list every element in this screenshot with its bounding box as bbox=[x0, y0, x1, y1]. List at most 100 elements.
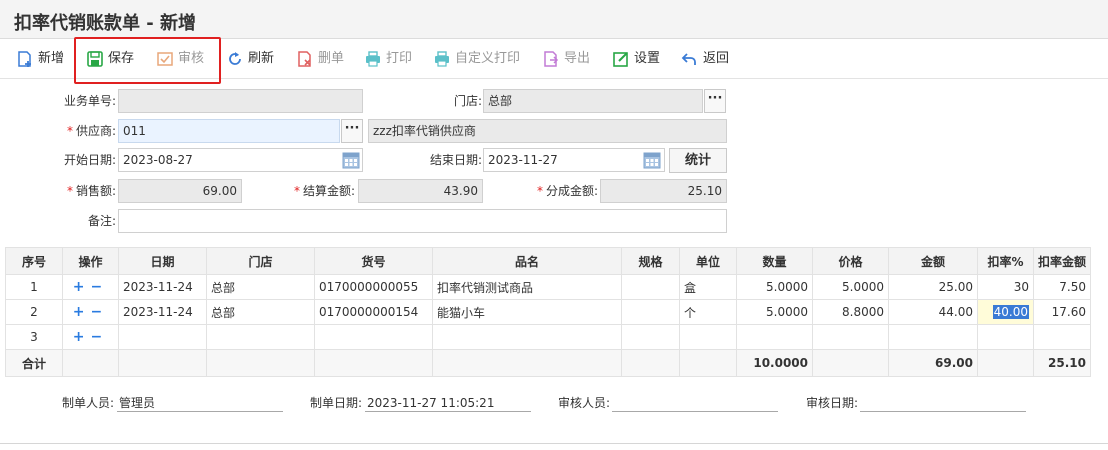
col-header[interactable]: 价格 bbox=[812, 247, 889, 275]
store-label: 门店: bbox=[453, 94, 482, 108]
remark-field[interactable] bbox=[118, 209, 727, 233]
amount-cell[interactable] bbox=[888, 324, 978, 350]
create-date-label: 制单日期: bbox=[310, 396, 363, 410]
add-row-icon[interactable]: + bbox=[73, 304, 91, 320]
print-icon bbox=[366, 51, 380, 67]
sales-field: 69.00 bbox=[118, 179, 242, 203]
date-cell[interactable] bbox=[118, 324, 207, 350]
start-date-field[interactable]: 2023-08-27 bbox=[118, 148, 363, 172]
name-cell[interactable]: 扣率代销测试商品 bbox=[432, 274, 622, 300]
price-cell[interactable]: 8.8000 bbox=[812, 299, 889, 325]
table-row[interactable]: 2 +− 2023-11-24 总部 0170000000154 能猫小车 个 … bbox=[5, 299, 1092, 325]
amount-cell[interactable]: 25.00 bbox=[888, 274, 978, 300]
total-row: 合计 10.0000 69.00 25.10 bbox=[5, 349, 1092, 377]
calendar-icon[interactable] bbox=[342, 151, 360, 169]
store-cell[interactable] bbox=[206, 324, 315, 350]
col-header[interactable]: 门店 bbox=[206, 247, 315, 275]
print-icon bbox=[435, 51, 449, 67]
col-header[interactable]: 金额 bbox=[888, 247, 978, 275]
amount-cell[interactable]: 44.00 bbox=[888, 299, 978, 325]
grid-header-row: 序号 操作 日期 门店 货号 品名 规格 单位 数量 价格 金额 扣率% 扣率金… bbox=[5, 247, 1092, 275]
store-cell[interactable]: 总部 bbox=[206, 299, 315, 325]
back-icon bbox=[681, 53, 696, 65]
store-field[interactable]: 总部 bbox=[483, 89, 703, 113]
rate-amount-cell[interactable]: 7.50 bbox=[1032, 274, 1092, 300]
table-row[interactable]: 3 +− bbox=[5, 324, 1092, 350]
add-row-icon[interactable]: + bbox=[73, 329, 91, 345]
calendar-icon[interactable] bbox=[643, 151, 661, 169]
table-row[interactable]: 1 +− 2023-11-24 总部 0170000000055 扣率代销测试商… bbox=[5, 274, 1092, 300]
unit-cell[interactable]: 盒 bbox=[679, 274, 737, 300]
col-header[interactable]: 操作 bbox=[62, 247, 119, 275]
price-cell[interactable] bbox=[812, 324, 889, 350]
rate-amount-cell[interactable] bbox=[1032, 324, 1092, 350]
creator-field: 管理员 bbox=[117, 394, 283, 412]
auditor-field bbox=[612, 394, 778, 412]
creator-label: 制单人员: bbox=[62, 396, 115, 410]
add-doc-icon bbox=[18, 51, 31, 67]
total-rate-amount: 25.10 bbox=[1032, 349, 1092, 377]
rate-amount-cell[interactable]: 17.60 bbox=[1032, 299, 1092, 325]
delete-doc-icon bbox=[298, 51, 311, 67]
doc-no-field[interactable] bbox=[118, 89, 363, 113]
date-cell[interactable]: 2023-11-24 bbox=[118, 299, 207, 325]
spec-cell[interactable] bbox=[621, 324, 680, 350]
col-header[interactable]: 规格 bbox=[621, 247, 680, 275]
row-actions: +− bbox=[62, 299, 119, 325]
row-number: 2 bbox=[5, 299, 63, 325]
rate-cell-editing[interactable]: 40.00 bbox=[977, 299, 1034, 325]
remove-row-icon[interactable]: − bbox=[91, 329, 109, 345]
total-qty: 10.0000 bbox=[736, 349, 813, 377]
col-header[interactable]: 日期 bbox=[118, 247, 207, 275]
share-field: 25.10 bbox=[600, 179, 727, 203]
col-header[interactable]: 货号 bbox=[314, 247, 433, 275]
end-date-field[interactable]: 2023-11-27 bbox=[483, 148, 665, 172]
save-audit-highlight bbox=[74, 37, 221, 84]
col-header[interactable]: 数量 bbox=[736, 247, 813, 275]
end-date-label: 结束日期: bbox=[429, 153, 482, 167]
row-number: 3 bbox=[5, 324, 63, 350]
supplier-picker-button[interactable]: ··· bbox=[341, 119, 363, 143]
price-cell[interactable]: 5.0000 bbox=[812, 274, 889, 300]
rate-edit-value[interactable]: 40.00 bbox=[992, 305, 1029, 319]
audit-date-label: 审核日期: bbox=[806, 396, 859, 410]
spec-cell[interactable] bbox=[621, 274, 680, 300]
name-cell[interactable] bbox=[432, 324, 622, 350]
supplier-name-field: zzz扣率代销供应商 bbox=[368, 119, 727, 143]
rate-cell[interactable] bbox=[977, 324, 1034, 350]
add-row-icon[interactable]: + bbox=[73, 279, 91, 295]
export-icon bbox=[544, 51, 559, 67]
unit-cell[interactable] bbox=[679, 324, 737, 350]
settings-icon bbox=[613, 52, 628, 67]
col-header[interactable]: 单位 bbox=[679, 247, 737, 275]
qty-cell[interactable] bbox=[736, 324, 813, 350]
col-header[interactable]: 序号 bbox=[5, 247, 63, 275]
col-header[interactable]: 扣率% bbox=[977, 247, 1034, 275]
col-header[interactable]: 品名 bbox=[432, 247, 622, 275]
unit-cell[interactable]: 个 bbox=[679, 299, 737, 325]
store-picker-button[interactable]: ··· bbox=[704, 89, 726, 113]
name-cell[interactable]: 能猫小车 bbox=[432, 299, 622, 325]
spec-cell[interactable] bbox=[621, 299, 680, 325]
refresh-icon bbox=[229, 52, 241, 65]
col-header[interactable]: 扣率金额 bbox=[1032, 247, 1092, 275]
code-cell[interactable] bbox=[314, 324, 433, 350]
row-actions: +− bbox=[62, 274, 119, 300]
supplier-code-field[interactable]: 011 bbox=[118, 119, 340, 143]
remove-row-icon[interactable]: − bbox=[91, 304, 109, 320]
code-cell[interactable]: 0170000000055 bbox=[314, 274, 433, 300]
rate-cell[interactable]: 30 bbox=[977, 274, 1034, 300]
share-label: * 分成金额: bbox=[536, 184, 598, 198]
supplier-label: * 供应商: bbox=[66, 124, 116, 138]
detail-grid: 序号 操作 日期 门店 货号 品名 规格 单位 数量 价格 金额 扣率% 扣率金… bbox=[5, 247, 1092, 377]
qty-cell[interactable]: 5.0000 bbox=[736, 299, 813, 325]
store-cell[interactable]: 总部 bbox=[206, 274, 315, 300]
date-cell[interactable]: 2023-11-24 bbox=[118, 274, 207, 300]
stat-button[interactable]: 统计 bbox=[669, 148, 727, 173]
settle-label: * 结算金额: bbox=[293, 184, 355, 198]
code-cell[interactable]: 0170000000154 bbox=[314, 299, 433, 325]
remove-row-icon[interactable]: − bbox=[91, 279, 109, 295]
row-number: 1 bbox=[5, 274, 63, 300]
qty-cell[interactable]: 5.0000 bbox=[736, 274, 813, 300]
sales-label: * 销售额: bbox=[66, 184, 116, 198]
